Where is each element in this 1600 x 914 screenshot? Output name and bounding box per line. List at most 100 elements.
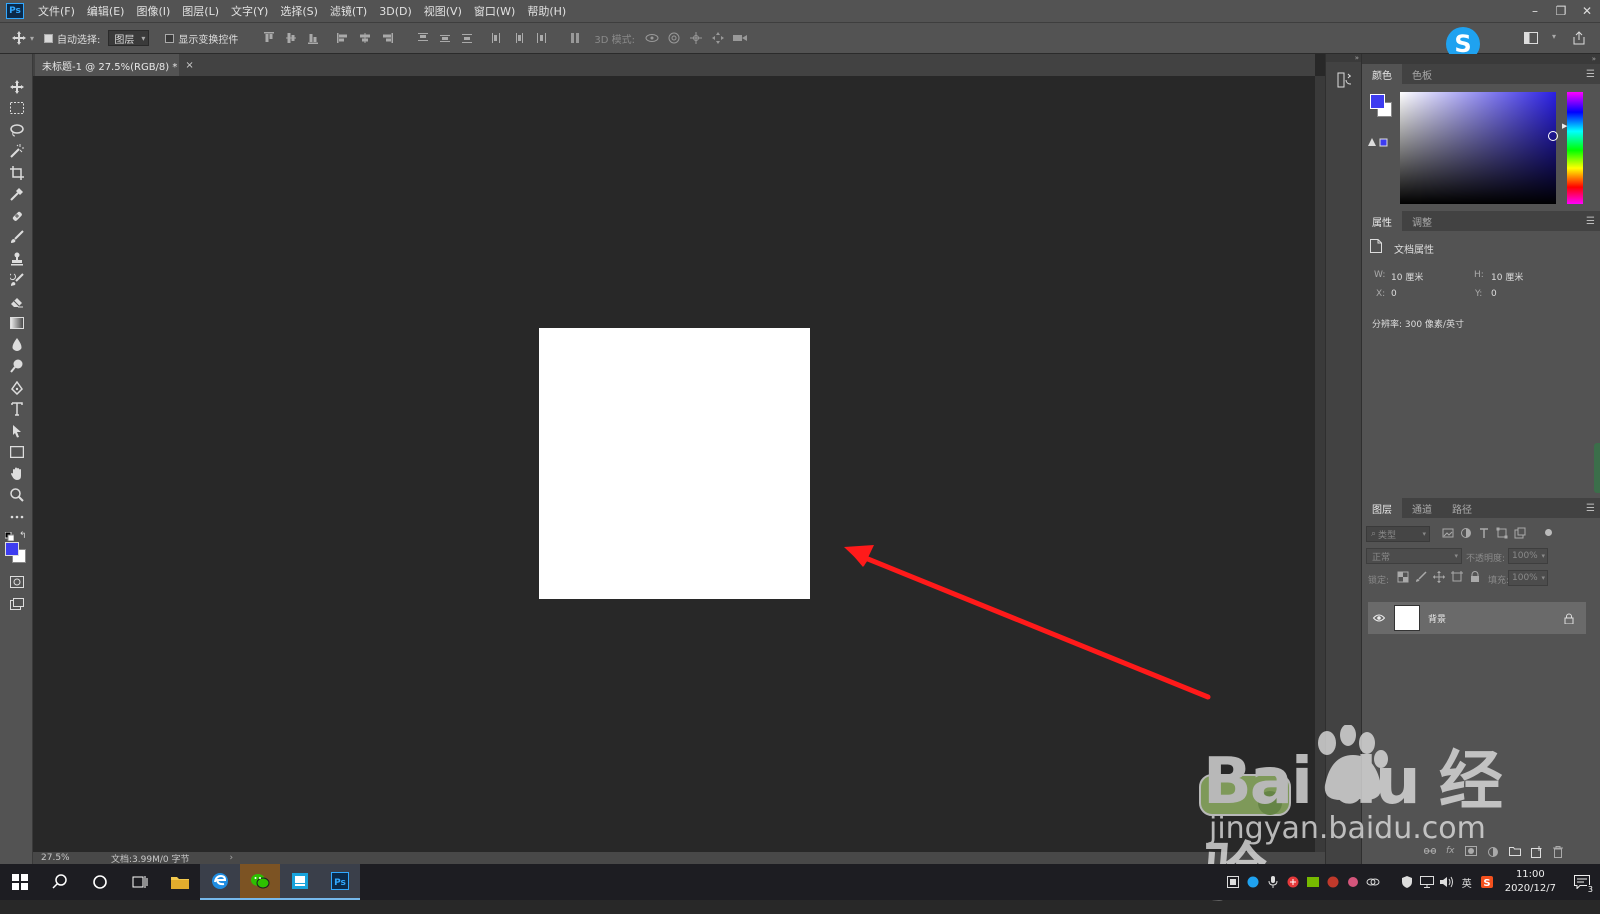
layer-style-icon[interactable]: fx: [1446, 846, 1455, 858]
menu-item[interactable]: 3D(D): [373, 5, 418, 18]
layer-name[interactable]: 背景: [1428, 612, 1446, 625]
lock-image-pixels-icon[interactable]: [1415, 571, 1427, 583]
auto-select-target-dropdown[interactable]: 图层: [108, 30, 150, 46]
zoom-level[interactable]: 27.5%: [33, 853, 103, 863]
opacity-field[interactable]: 100% ▾: [1508, 548, 1548, 564]
move-tool-preset-icon[interactable]: [8, 27, 30, 49]
3d-orbit-icon[interactable]: [641, 27, 663, 49]
eraser-tool-icon[interactable]: [0, 291, 33, 313]
layer-filter-toggle[interactable]: [1545, 529, 1552, 536]
color-picker-field[interactable]: [1400, 92, 1558, 204]
hue-slider-pointer[interactable]: ▶: [1562, 122, 1567, 130]
new-layer-icon[interactable]: [1530, 846, 1543, 858]
distribute-right-icon[interactable]: [530, 27, 552, 49]
file-explorer-icon[interactable]: [160, 864, 200, 900]
dodge-tool-icon[interactable]: [0, 356, 33, 378]
rectangular-marquee-tool-icon[interactable]: [0, 98, 33, 120]
menu-item[interactable]: 图像(I): [130, 3, 176, 19]
tray-sogou-icon[interactable]: [1243, 872, 1263, 892]
filter-smart-object-icon[interactable]: [1514, 527, 1526, 539]
menu-item[interactable]: 文字(Y): [225, 3, 274, 19]
brush-tool-icon[interactable]: [0, 227, 33, 249]
tab-channels[interactable]: 通道: [1402, 498, 1442, 518]
foreground-color-preview[interactable]: [1370, 94, 1385, 109]
document-canvas[interactable]: [539, 328, 810, 599]
y-value[interactable]: 0: [1491, 289, 1497, 299]
pen-tool-icon[interactable]: [0, 377, 33, 399]
filter-pixel-icon[interactable]: [1442, 527, 1454, 539]
tray-screenshot-icon[interactable]: [1223, 872, 1243, 892]
tab-properties[interactable]: 属性: [1362, 211, 1402, 231]
tray-app-icon[interactable]: [1343, 872, 1363, 892]
zoom-tool-icon[interactable]: [0, 485, 33, 507]
hue-slider[interactable]: [1567, 92, 1583, 204]
adjustment-layer-icon[interactable]: [1487, 846, 1499, 858]
menu-item[interactable]: 窗口(W): [468, 3, 521, 19]
3d-roll-icon[interactable]: [663, 27, 685, 49]
distribute-bottom-icon[interactable]: [456, 27, 478, 49]
distribute-left-icon[interactable]: [486, 27, 508, 49]
menu-item[interactable]: 文件(F): [32, 3, 81, 19]
restore-button[interactable]: ❐: [1548, 0, 1574, 22]
swap-colors-icon[interactable]: ↰: [19, 531, 27, 541]
tray-nvidia-icon[interactable]: [1303, 872, 1323, 892]
panel-menu-icon[interactable]: ☰: [1586, 503, 1595, 514]
document-tab[interactable]: 未标题-1 @ 27.5%(RGB/8) * ×: [35, 54, 194, 76]
history-brush-tool-icon[interactable]: [0, 270, 33, 292]
align-bottom-edges-icon[interactable]: [302, 27, 324, 49]
crop-tool-icon[interactable]: [0, 162, 33, 184]
minimize-button[interactable]: –: [1522, 0, 1548, 22]
distribute-horizontal-centers-icon[interactable]: [508, 27, 530, 49]
share-icon[interactable]: [1568, 27, 1590, 49]
3d-camera-icon[interactable]: [729, 27, 751, 49]
out-of-gamut-warning-icon[interactable]: [1368, 138, 1390, 148]
tab-swatches[interactable]: 色板: [1402, 64, 1442, 84]
blur-tool-icon[interactable]: [0, 334, 33, 356]
fill-field[interactable]: 100% ▾: [1508, 570, 1548, 586]
tray-network-icon[interactable]: [1417, 872, 1437, 892]
panel-scroll-indicator[interactable]: [1594, 443, 1600, 493]
lock-artboard-icon[interactable]: [1451, 571, 1463, 583]
screen-mode-icon[interactable]: [0, 593, 33, 615]
edge-browser-icon[interactable]: [200, 864, 240, 900]
quick-mask-icon[interactable]: [0, 572, 33, 594]
align-top-edges-icon[interactable]: [258, 27, 280, 49]
distribute-top-icon[interactable]: [412, 27, 434, 49]
tray-defender-icon[interactable]: [1397, 872, 1417, 892]
filter-type-icon[interactable]: [1478, 527, 1490, 539]
menu-item[interactable]: 帮助(H): [521, 3, 572, 19]
lasso-tool-icon[interactable]: [0, 119, 33, 141]
delete-layer-icon[interactable]: [1552, 846, 1563, 858]
path-selection-tool-icon[interactable]: [0, 420, 33, 442]
edit-toolbar-icon[interactable]: [0, 506, 33, 528]
tray-link-icon[interactable]: [1363, 872, 1383, 892]
wechat-icon[interactable]: [240, 864, 280, 900]
tray-volume-icon[interactable]: [1437, 872, 1457, 892]
lock-all-icon[interactable]: [1469, 571, 1481, 583]
gradient-tool-icon[interactable]: [0, 313, 33, 335]
auto-align-layers-icon[interactable]: [564, 27, 586, 49]
menu-item[interactable]: 图层(L): [176, 3, 225, 19]
layer-thumbnail[interactable]: [1394, 605, 1420, 631]
search-icon[interactable]: [40, 864, 80, 900]
foreground-color-swatch[interactable]: [5, 541, 19, 556]
move-tool-icon[interactable]: [0, 76, 33, 98]
tray-sogou-s-icon[interactable]: S: [1477, 872, 1497, 892]
layer-filter-dropdown[interactable]: ⌕ 类型 ▾: [1366, 526, 1430, 542]
menu-item[interactable]: 视图(V): [418, 3, 468, 19]
photoshop-taskbar-icon[interactable]: Ps: [320, 864, 360, 900]
tab-color[interactable]: 颜色: [1362, 64, 1402, 84]
tray-microphone-icon[interactable]: [1263, 872, 1283, 892]
tab-adjustments[interactable]: 调整: [1402, 211, 1442, 231]
distribute-vertical-centers-icon[interactable]: [434, 27, 456, 49]
healing-brush-tool-icon[interactable]: [0, 205, 33, 227]
3d-slide-icon[interactable]: [707, 27, 729, 49]
layer-mask-icon[interactable]: [1464, 846, 1477, 858]
lock-position-icon[interactable]: [1433, 571, 1445, 583]
default-colors-icon[interactable]: [5, 531, 14, 541]
photoshop-logo-icon[interactable]: Ps: [6, 3, 24, 19]
height-value[interactable]: 10 厘米: [1491, 270, 1523, 283]
panel-menu-icon[interactable]: ☰: [1586, 216, 1595, 227]
menu-item[interactable]: 滤镜(T): [324, 3, 373, 19]
x-value[interactable]: 0: [1391, 289, 1397, 299]
